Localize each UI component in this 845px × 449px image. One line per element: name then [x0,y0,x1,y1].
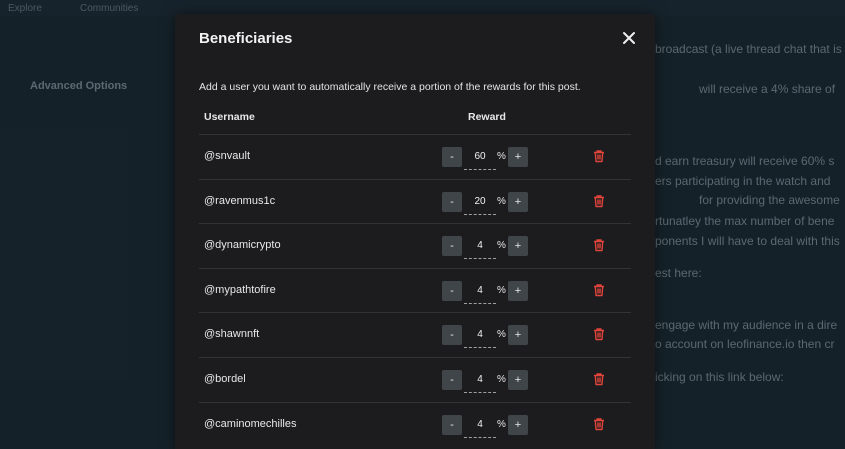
beneficiary-row: @snvault - 60 % + [199,134,631,179]
increase-reward-button[interactable]: + [508,280,528,301]
close-icon [623,32,635,44]
reward-underline [464,258,496,260]
decrease-reward-button[interactable]: - [442,236,462,257]
increase-reward-button[interactable]: + [508,147,528,167]
percent-sign: % [497,195,506,207]
increase-reward-button[interactable]: + [508,369,528,390]
beneficiary-username: @snvault [204,150,251,162]
decrease-reward-button[interactable]: - [442,280,462,301]
delete-beneficiary-button[interactable] [592,327,606,341]
nav-communities: Communities [80,3,139,14]
modal-description: Add a user you want to automatically rec… [199,81,581,93]
percent-sign: % [497,240,506,252]
reward-input[interactable]: 20 [464,192,496,218]
increase-reward-button[interactable]: + [508,414,528,435]
reward-value: 4 [477,240,483,252]
trash-icon [594,417,604,430]
background-left-panel: Advanced Options [0,16,175,449]
trash-icon [594,373,604,386]
advanced-options-label: Advanced Options [30,80,128,92]
reward-underline [464,347,496,349]
percent-sign: % [497,418,506,430]
beneficiary-username: @shawnnft [204,328,260,341]
trash-icon [594,284,604,296]
post-line: rtunatley the max number of bene [655,214,835,228]
percent-sign: % [497,284,506,296]
beneficiary-username: @ravenmus1c [204,194,276,207]
increase-reward-button[interactable]: + [508,236,528,257]
column-header-username: Username [204,111,255,123]
nav-explore: Explore [8,3,42,14]
post-line: broadcast (a live thread chat that is [655,42,842,56]
post-line: for providing the awesome [699,193,840,207]
post-line: ponents I will have to deal with this [655,234,840,248]
percent-sign: % [497,151,506,162]
reward-value: 4 [477,329,483,341]
delete-beneficiary-button[interactable] [592,194,606,208]
reward-underline [464,213,496,215]
post-line: icking on this link below: [655,370,784,384]
decrease-reward-button[interactable]: - [442,147,462,167]
reward-value: 60 [474,151,486,162]
reward-underline [464,436,496,438]
percent-sign: % [497,329,506,341]
beneficiaries-modal: Beneficiaries Add a user you want to aut… [175,14,655,449]
beneficiary-list: @snvault - 60 % + @ravenmus1c - 20 % + @… [199,134,631,446]
reward-value: 4 [477,284,483,296]
beneficiary-username: @caminomechilles [204,417,297,430]
reward-input[interactable]: 4 [464,325,496,351]
increase-reward-button[interactable]: + [508,325,528,346]
post-line: est here: [655,266,702,280]
reward-input[interactable]: 60 [464,147,496,173]
trash-icon [594,150,604,163]
post-line: will receive a 4% share of [699,82,836,96]
reward-value: 20 [474,195,486,207]
percent-sign: % [497,373,506,385]
trash-icon [594,239,604,252]
decrease-reward-button[interactable]: - [442,191,462,212]
column-header-reward: Reward [468,111,506,123]
decrease-reward-button[interactable]: - [442,414,462,435]
trash-icon [594,328,604,341]
beneficiary-row: @bordel - 4 % + [199,356,631,402]
reward-underline [464,302,496,304]
delete-beneficiary-button[interactable] [592,283,606,297]
reward-input[interactable]: 4 [464,370,496,396]
decrease-reward-button[interactable]: - [442,369,462,390]
delete-beneficiary-button[interactable] [592,238,606,252]
close-button[interactable] [621,30,637,46]
reward-value: 4 [477,373,483,385]
delete-beneficiary-button[interactable] [592,372,606,386]
beneficiary-username: @dynamicrypto [204,239,281,252]
decrease-reward-button[interactable]: - [442,325,462,346]
beneficiary-row: @mypathtofire - 4 % + [199,267,631,313]
delete-beneficiary-button[interactable] [592,149,606,163]
post-line: engage with my audience in a dire [655,318,838,332]
reward-underline [464,391,496,393]
reward-input[interactable]: 4 [464,415,496,441]
trash-icon [594,194,604,207]
beneficiary-username: @mypathtofire [204,283,276,296]
beneficiary-username: @bordel [204,372,246,385]
increase-reward-button[interactable]: + [508,191,528,212]
post-line: d earn treasury will receive 60% s [655,154,835,168]
background-post-body: broadcast (a live thread chat that is wi… [655,16,845,449]
reward-underline [464,169,496,170]
beneficiary-row: @shawnnft - 4 % + [199,312,631,357]
beneficiary-row: @dynamicrypto - 4 % + [199,223,631,268]
beneficiary-row: @ravenmus1c - 20 % + [199,178,631,224]
reward-value: 4 [477,418,483,430]
modal-title: Beneficiaries [199,30,293,47]
post-line: o account on leofinance.io then cr [655,337,835,351]
delete-beneficiary-button[interactable] [592,417,606,431]
reward-input[interactable]: 4 [464,281,496,307]
post-line: ers participating in the watch and [655,174,831,188]
beneficiary-row: @caminomechilles - 4 % + [199,401,631,447]
reward-input[interactable]: 4 [464,236,496,262]
